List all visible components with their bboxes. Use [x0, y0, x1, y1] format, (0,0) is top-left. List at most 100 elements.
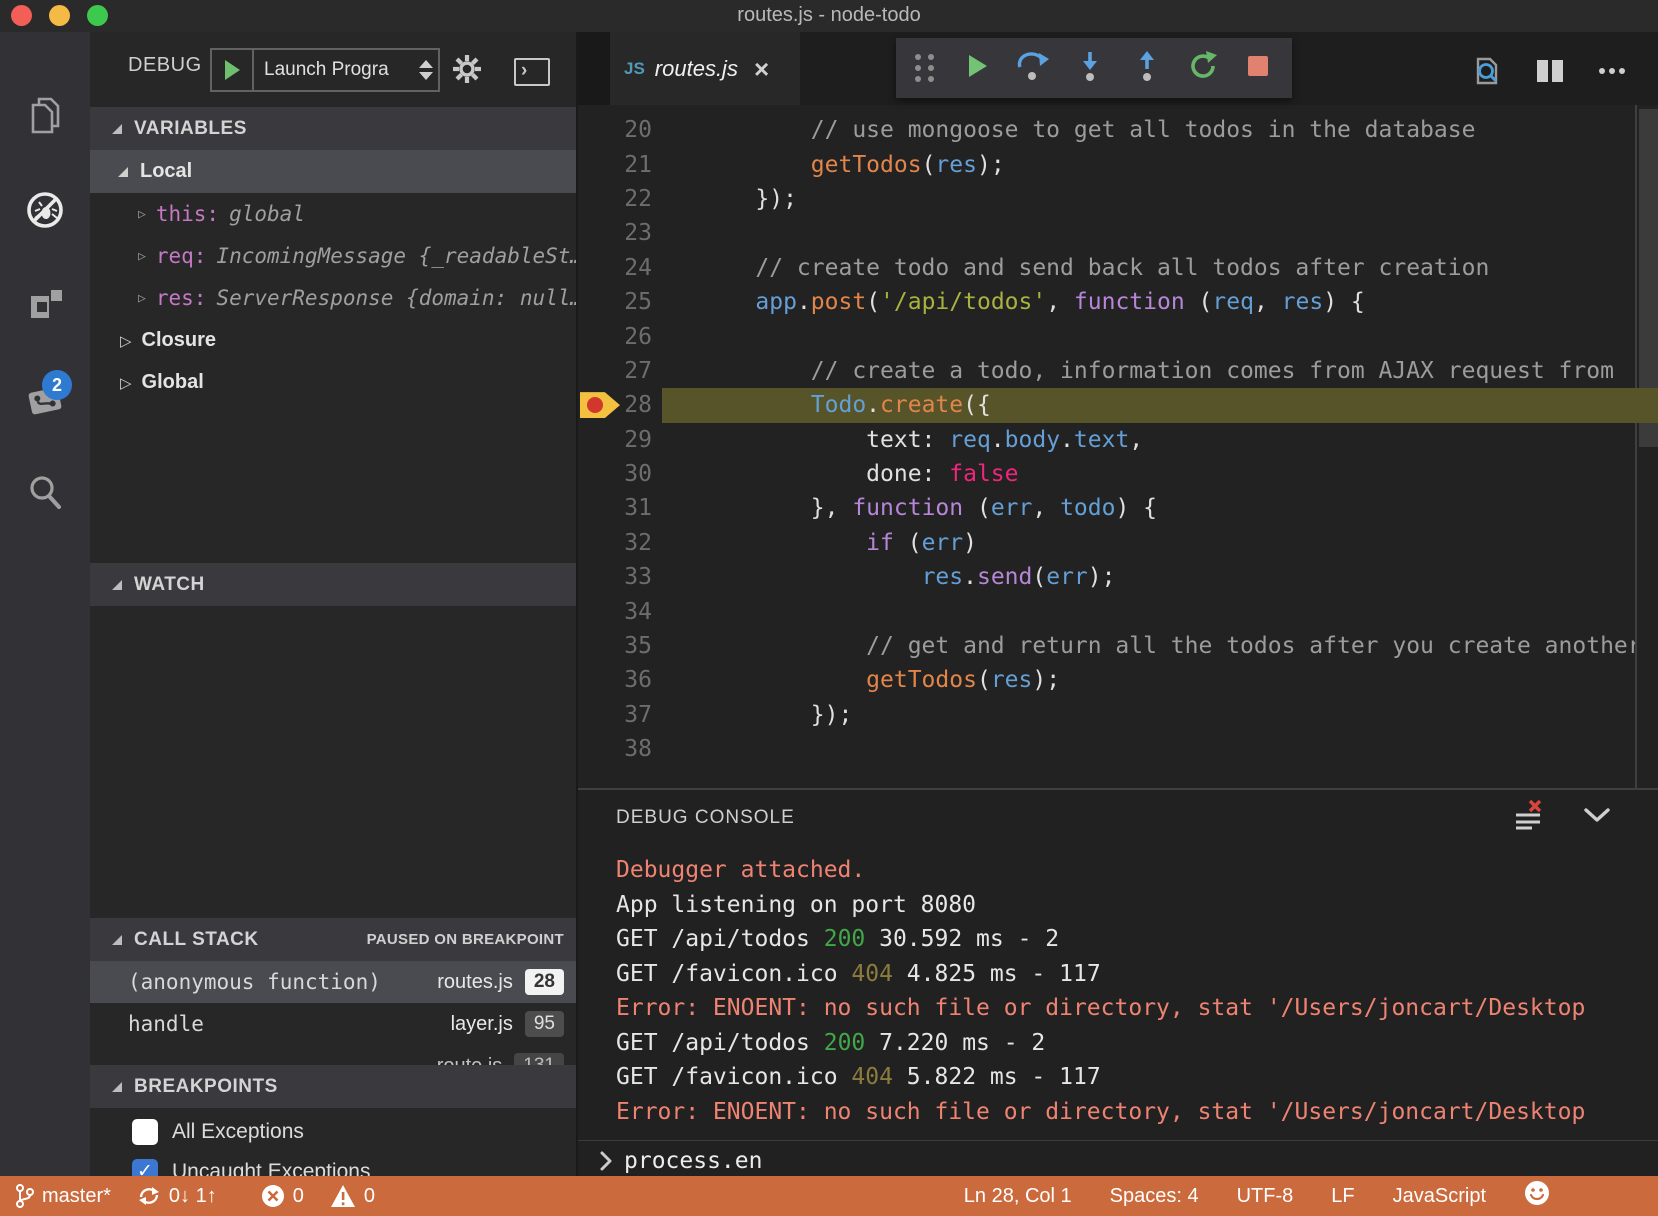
call-stack-frame-clipped[interactable]: route.js 131 — [90, 1045, 578, 1065]
drag-handle-icon[interactable] — [915, 54, 936, 82]
watch-section-header[interactable]: WATCH — [90, 563, 578, 606]
source-control-badge: 2 — [42, 370, 72, 400]
breakpoints-section-header[interactable]: BREAKPOINTS — [90, 1065, 578, 1108]
warnings-status[interactable]: 0 — [330, 1184, 375, 1208]
line-number[interactable]: 25 — [578, 289, 652, 315]
code-line[interactable]: 21 getTodos(res); — [578, 147, 1658, 181]
more-actions-icon[interactable] — [1596, 56, 1628, 91]
checkbox-checked[interactable]: ✓ — [132, 1159, 158, 1176]
stop-button[interactable] — [1243, 51, 1273, 86]
code-line[interactable]: 30 done: false — [578, 457, 1658, 491]
files-icon[interactable] — [22, 91, 68, 137]
git-sync-status[interactable]: 0↓ 1↑ — [137, 1184, 217, 1208]
scope-local[interactable]: Local — [90, 150, 578, 193]
line-number[interactable]: 37 — [578, 702, 652, 728]
line-number[interactable]: 21 — [578, 152, 652, 178]
language-mode[interactable]: JavaScript — [1393, 1185, 1486, 1208]
extensions-icon[interactable] — [22, 281, 68, 327]
code-line[interactable]: 33 res.send(err); — [578, 560, 1658, 594]
code-text: getTodos(res); — [700, 152, 1635, 178]
code-line[interactable]: 34 — [578, 594, 1658, 628]
code-line[interactable]: 31 }, function (err, todo) { — [578, 491, 1658, 525]
line-number[interactable]: 27 — [578, 358, 652, 384]
code-text: }); — [700, 186, 1635, 212]
code-text: done: false — [700, 461, 1635, 487]
collapse-panel-chevron-icon[interactable] — [1582, 805, 1612, 830]
line-number[interactable]: 23 — [578, 220, 652, 246]
close-icon[interactable]: × — [754, 59, 769, 79]
line-number[interactable]: 20 — [578, 117, 652, 143]
line-number[interactable]: 29 — [578, 427, 652, 453]
step-over-button[interactable] — [1015, 49, 1051, 88]
search-icon[interactable] — [22, 469, 68, 515]
code-line[interactable]: 24 // create todo and send back all todo… — [578, 251, 1658, 285]
line-number[interactable]: 32 — [578, 530, 652, 556]
code-line[interactable]: 36 getTodos(res); — [578, 663, 1658, 697]
split-editor-icon[interactable] — [1534, 56, 1566, 91]
breakpoint-all-exceptions[interactable]: All Exceptions — [90, 1112, 578, 1152]
code-line[interactable]: 25 app.post('/api/todos', function (req,… — [578, 285, 1658, 319]
step-out-button[interactable] — [1130, 49, 1164, 88]
call-stack-section-header[interactable]: CALL STACK PAUSED ON BREAKPOINT — [90, 918, 578, 961]
variable-req[interactable]: ▷ req: IncomingMessage {_readableSt… — [90, 235, 578, 277]
indentation-setting[interactable]: Spaces: 4 — [1110, 1185, 1199, 1208]
code-line[interactable]: 22 }); — [578, 182, 1658, 216]
clear-console-icon[interactable] — [1512, 799, 1546, 836]
debug-disabled-icon[interactable] — [22, 187, 68, 233]
start-debug-button[interactable] — [212, 50, 254, 90]
eol-setting[interactable]: LF — [1331, 1185, 1354, 1208]
variable-res[interactable]: ▷ res: ServerResponse {domain: null… — [90, 277, 578, 319]
line-number-badge: 28 — [525, 969, 564, 995]
line-number[interactable]: 24 — [578, 255, 652, 281]
line-number[interactable]: 31 — [578, 495, 652, 521]
step-into-button[interactable] — [1073, 49, 1107, 88]
code-line[interactable]: 32 if (err) — [578, 526, 1658, 560]
code-line[interactable]: 35 // get and return all the todos after… — [578, 629, 1658, 663]
scope-global[interactable]: ▷ Global — [90, 361, 578, 404]
errors-status[interactable]: 0 — [261, 1184, 304, 1208]
line-number[interactable]: 38 — [578, 736, 652, 762]
encoding-setting[interactable]: UTF-8 — [1237, 1185, 1294, 1208]
code-editor[interactable]: 20 // use mongoose to get all todos in t… — [578, 105, 1658, 788]
gear-icon[interactable] — [450, 52, 484, 91]
code-line[interactable]: 28 Todo.create({ — [578, 388, 1658, 422]
console-prompt[interactable]: process.en — [598, 1144, 762, 1176]
code-line[interactable]: 38 — [578, 732, 1658, 766]
line-number[interactable]: 33 — [578, 564, 652, 590]
code-line[interactable]: 37 }); — [578, 698, 1658, 732]
code-line[interactable]: 27 // create a todo, information comes f… — [578, 354, 1658, 388]
code-line[interactable]: 26 — [578, 319, 1658, 353]
line-number[interactable]: 26 — [578, 324, 652, 350]
open-preview-icon[interactable] — [1470, 54, 1504, 93]
console-input[interactable]: process.en — [624, 1148, 762, 1174]
restart-button[interactable] — [1186, 49, 1220, 88]
tab-routes-js[interactable]: JS routes.js × — [610, 32, 800, 105]
open-debug-console-icon[interactable]: › — [514, 58, 550, 86]
variables-section-header[interactable]: VARIABLES — [90, 107, 578, 150]
launch-config-dropdown[interactable]: Launch Progra — [210, 48, 440, 92]
continue-button[interactable] — [959, 49, 993, 88]
console-output[interactable]: Debugger attached.App listening on port … — [616, 845, 1658, 1141]
prompt-chevron-icon — [598, 1150, 614, 1172]
checkbox-unchecked[interactable] — [132, 1119, 158, 1145]
line-number[interactable]: 35 — [578, 633, 652, 659]
line-number[interactable]: 34 — [578, 599, 652, 625]
sync-icon — [137, 1184, 161, 1208]
line-number[interactable]: 28 — [578, 392, 652, 418]
line-number[interactable]: 22 — [578, 186, 652, 212]
call-stack-frame[interactable]: (anonymous function) routes.js 28 — [90, 961, 578, 1003]
line-number[interactable]: 30 — [578, 461, 652, 487]
code-text: }); — [700, 702, 1635, 728]
title-bar: routes.js - node-todo — [0, 0, 1658, 32]
cursor-position[interactable]: Ln 28, Col 1 — [964, 1185, 1072, 1208]
call-stack-frame[interactable]: handle layer.js 95 — [90, 1003, 578, 1045]
feedback-smiley-icon[interactable] — [1524, 1180, 1550, 1212]
line-number[interactable]: 36 — [578, 667, 652, 693]
git-branch-status[interactable]: master* — [14, 1183, 111, 1209]
breakpoint-uncaught-exceptions[interactable]: ✓ Uncaught Exceptions — [90, 1152, 578, 1176]
variable-this[interactable]: ▷ this: global — [90, 193, 578, 235]
code-line[interactable]: 23 — [578, 216, 1658, 250]
code-line[interactable]: 29 text: req.body.text, — [578, 423, 1658, 457]
scope-closure[interactable]: ▷ Closure — [90, 319, 578, 362]
code-line[interactable]: 20 // use mongoose to get all todos in t… — [578, 113, 1658, 147]
